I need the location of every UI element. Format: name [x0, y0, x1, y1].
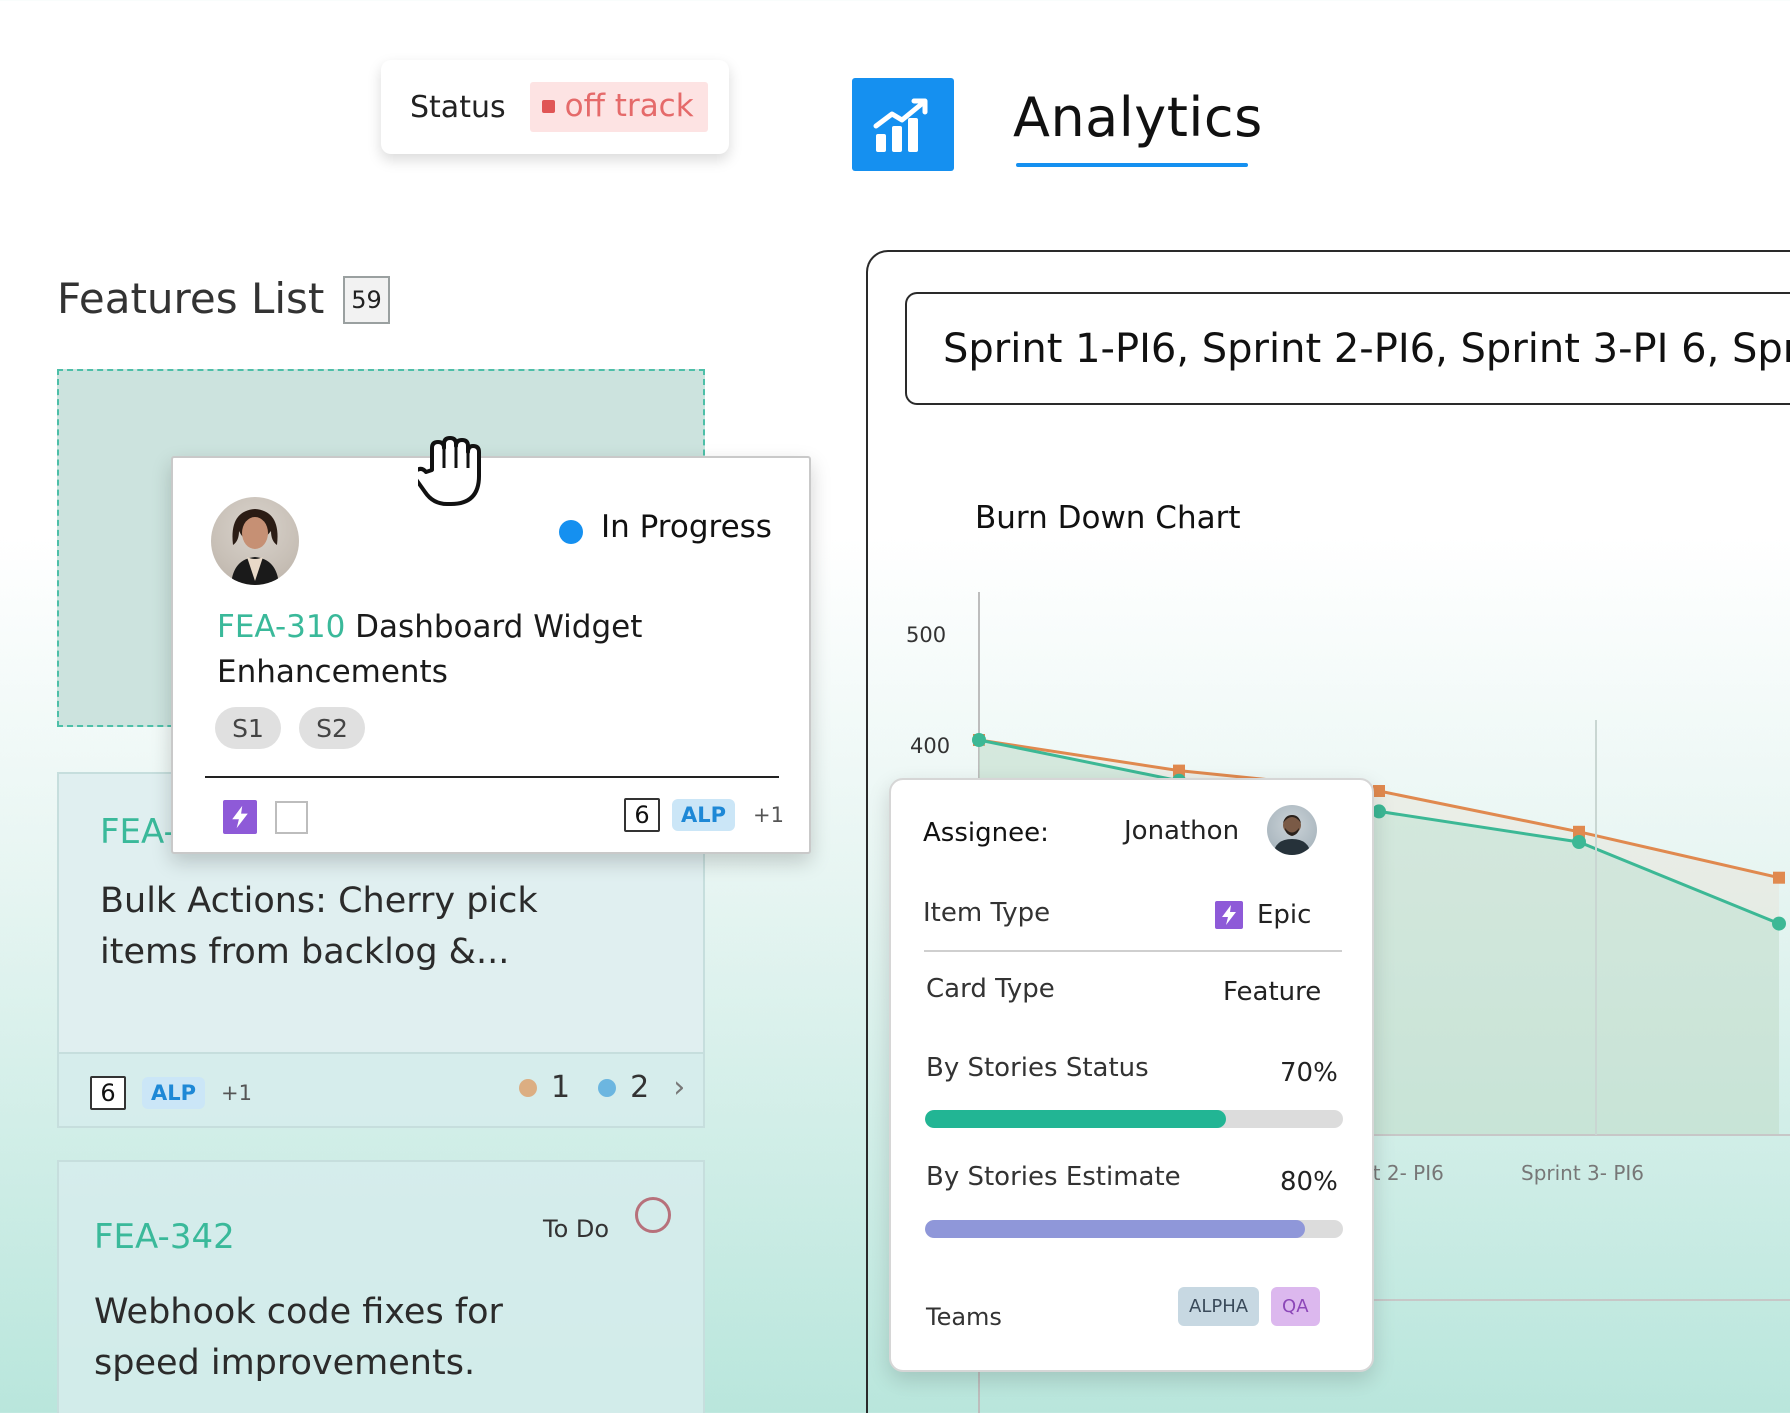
orange-dot-icon: [519, 1078, 537, 1097]
avatar[interactable]: [1267, 805, 1317, 855]
count-badge: 6: [624, 798, 660, 832]
checkbox[interactable]: [275, 800, 308, 834]
card-footer-right: 6 ALP +1: [624, 798, 784, 832]
stories-status-percent: 70%: [1280, 1058, 1338, 1088]
data-point[interactable]: [1572, 835, 1586, 849]
card-footer-left: 6 ALP +1: [90, 1076, 252, 1110]
chevron-right-icon[interactable]: ›: [673, 1070, 685, 1105]
card-title-line-1: Bulk Actions: Cherry pick: [100, 881, 538, 921]
team-badge[interactable]: ALP: [142, 1077, 206, 1109]
analytics-tab[interactable]: Analytics: [1013, 86, 1263, 149]
card-id[interactable]: FEA-342: [94, 1217, 235, 1257]
stories-status-bar-fill: [925, 1110, 1226, 1128]
data-point[interactable]: [1773, 871, 1785, 884]
sprint-filter[interactable]: Sprint 1-PI6, Sprint 2-PI6, Sprint 3-PI …: [905, 292, 1790, 405]
divider: [924, 950, 1342, 952]
features-count-badge: 59: [343, 276, 390, 324]
data-point[interactable]: [972, 733, 986, 747]
feature-card[interactable]: FEA-342 To Do Webhook code fixes for spe…: [57, 1160, 705, 1413]
team-chip-qa[interactable]: QA: [1271, 1287, 1320, 1326]
item-detail-popup: Assignee: Jonathon Item Type Epic Card T…: [889, 778, 1374, 1372]
stories-status-label: By Stories Status: [926, 1053, 1149, 1083]
teams-label: Teams: [926, 1303, 1002, 1331]
features-list-title: Features List: [57, 274, 325, 323]
team-badge[interactable]: ALP: [672, 799, 736, 831]
card-status: To Do: [543, 1215, 610, 1243]
counter-b: 2: [630, 1070, 650, 1105]
sprint-filter-text: Sprint 1-PI6, Sprint 2-PI6, Sprint 3-PI …: [943, 325, 1790, 372]
status-label: Status: [410, 89, 506, 125]
card-status: In Progress: [601, 509, 772, 545]
grab-cursor-icon: [418, 436, 481, 506]
blue-dot-icon: [598, 1078, 617, 1097]
status-card: Status off track: [381, 60, 729, 154]
epic-icon: [223, 800, 257, 834]
stories-estimate-percent: 80%: [1280, 1167, 1338, 1197]
chart-title: Burn Down Chart: [975, 500, 1241, 536]
todo-circle-icon[interactable]: [635, 1197, 671, 1233]
card-title-line-1: Webhook code fixes for: [94, 1292, 503, 1332]
assignee-name: Jonathon: [1124, 816, 1240, 846]
sprint-chips: S1 S2: [215, 707, 365, 749]
card-footer-right: 1 2 ›: [519, 1070, 685, 1105]
status-badge[interactable]: off track: [529, 82, 708, 132]
stories-estimate-label: By Stories Estimate: [926, 1162, 1181, 1192]
data-point[interactable]: [1372, 804, 1386, 819]
assignee-label: Assignee:: [923, 818, 1049, 848]
card-id[interactable]: FEA-: [100, 812, 176, 852]
card-title-line-2: items from backlog &...: [100, 932, 510, 972]
avatar[interactable]: [211, 497, 299, 585]
stories-status-bar: [925, 1110, 1343, 1128]
x-tick-label: Sprint 3- PI6: [1521, 1161, 1644, 1185]
counter-a: 1: [551, 1070, 571, 1105]
count-badge: 6: [90, 1076, 126, 1110]
card-type-value: Feature: [1223, 977, 1322, 1007]
card-id[interactable]: FEA-310: [217, 609, 345, 645]
item-type-value: Epic: [1215, 900, 1311, 930]
chart-trend-icon[interactable]: [852, 78, 954, 171]
status-dot-icon: [559, 520, 583, 544]
status-value: off track: [564, 88, 694, 124]
card-title-line-2: speed improvements.: [94, 1343, 476, 1383]
dragged-feature-card[interactable]: In Progress FEA-310 Dashboard Widget Enh…: [171, 456, 811, 854]
status-dot-icon: [541, 99, 555, 113]
analytics-tab-underline: [1016, 163, 1248, 167]
epic-icon: [1215, 901, 1243, 929]
more-teams[interactable]: +1: [221, 1081, 252, 1105]
teams-list: ALPHA QA: [1178, 1287, 1320, 1326]
card-type-label: Card Type: [926, 974, 1055, 1004]
card-divider: [205, 776, 779, 778]
y-tick-label: 400: [910, 734, 950, 758]
card-divider: [59, 1052, 703, 1054]
card-title: FEA-310 Dashboard Widget Enhancements: [217, 605, 777, 695]
sprint-chip[interactable]: S1: [215, 707, 281, 749]
stories-estimate-bar-fill: [925, 1220, 1306, 1238]
item-type-label: Item Type: [923, 898, 1051, 928]
y-tick-label: 500: [906, 623, 946, 647]
more-teams[interactable]: +1: [753, 803, 784, 827]
data-point[interactable]: [1772, 916, 1786, 931]
item-type-text: Epic: [1257, 900, 1312, 930]
team-chip-alpha[interactable]: ALPHA: [1178, 1287, 1260, 1326]
sprint-chip[interactable]: S2: [299, 707, 365, 749]
stories-estimate-bar: [925, 1220, 1343, 1238]
data-point[interactable]: [1373, 785, 1385, 797]
card-footer-left: [223, 800, 308, 834]
